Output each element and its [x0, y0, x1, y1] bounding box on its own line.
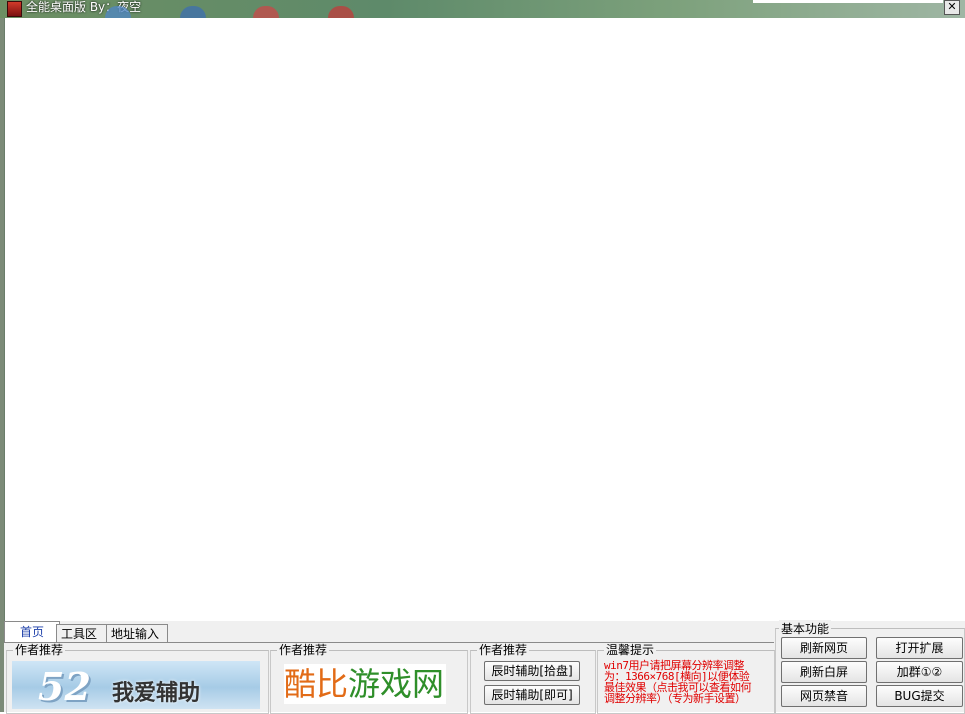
bug-report-button[interactable]: BUG提交 [876, 685, 963, 707]
refresh-blank-button[interactable]: 刷新白屏 [781, 661, 867, 683]
web-content-area[interactable] [4, 18, 965, 621]
logo-part-2: 游戏网 [348, 665, 445, 703]
mute-page-button[interactable]: 网页禁音 [781, 685, 867, 707]
logo-part-1: 酷比 [284, 665, 349, 703]
desktop-icon [328, 6, 354, 18]
banner-text: 我爱辅助 [112, 681, 201, 706]
join-group-button[interactable]: 加群①② [876, 661, 963, 683]
window-edge [753, 0, 943, 3]
chenshi-helper-button-1[interactable]: 辰时辅助[拾盘] [484, 661, 580, 681]
chenshi-helper-button-2[interactable]: 辰时辅助[即可] [484, 685, 580, 705]
group-label: 作者推荐 [477, 643, 530, 657]
tab-home[interactable]: 首页 [4, 621, 60, 643]
basic-functions-label: 基本功能 [779, 620, 832, 637]
tip-line: 调整分辨率）（专为新手设置） [604, 692, 746, 705]
tab-address-input[interactable]: 地址输入 [106, 624, 168, 643]
52pojie-banner[interactable]: 52 我爱辅助 [12, 661, 260, 709]
title-bar: 全能桌面版 By：夜空 ✕ [0, 0, 965, 18]
refresh-page-button[interactable]: 刷新网页 [781, 637, 867, 659]
banner-number: 52 [38, 664, 91, 709]
tab-divider [4, 642, 774, 643]
group-label: 作者推荐 [277, 643, 330, 657]
app-icon [7, 1, 22, 17]
group-label: 作者推荐 [13, 643, 66, 657]
resolution-tip[interactable]: win7用户请把屏幕分辨率调整 为：1366×768[横向]以便体验 最佳效果（… [604, 660, 774, 704]
tab-tools[interactable]: 工具区 [56, 624, 108, 643]
open-extension-button[interactable]: 打开扩展 [876, 637, 963, 659]
kubi-game-logo[interactable]: 酷比游戏网 [284, 664, 446, 704]
close-button[interactable]: ✕ [944, 0, 960, 15]
desktop-icon [253, 6, 279, 18]
desktop-icon [180, 6, 206, 18]
group-label: 温馨提示 [604, 643, 657, 657]
